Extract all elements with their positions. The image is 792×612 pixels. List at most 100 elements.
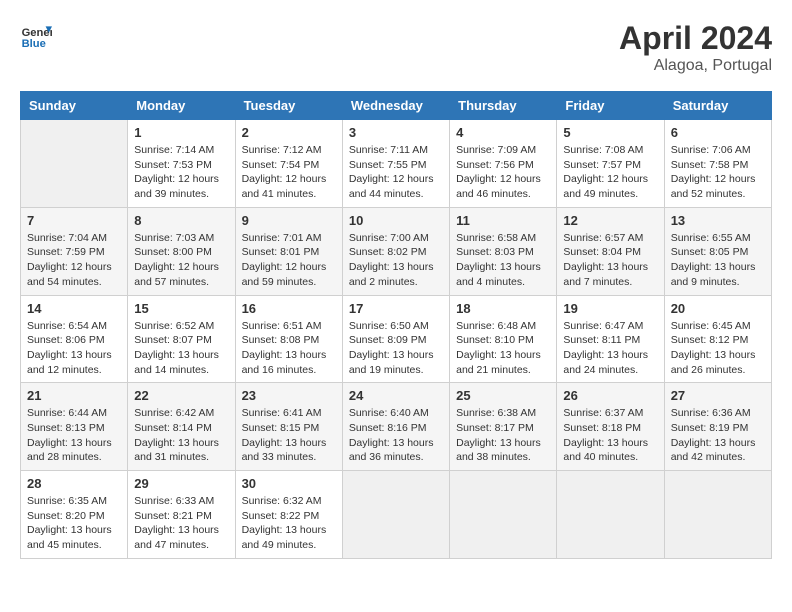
day-info: Sunrise: 6:41 AMSunset: 8:15 PMDaylight:… (242, 406, 336, 465)
day-number: 4 (456, 125, 550, 140)
calendar-cell (664, 471, 771, 559)
calendar-cell: 1 Sunrise: 7:14 AMSunset: 7:53 PMDaylight… (128, 120, 235, 208)
day-number: 6 (671, 125, 765, 140)
title-block: April 2024 Alagoa, Portugal (619, 20, 772, 75)
calendar-header: SundayMondayTuesdayWednesdayThursdayFrid… (21, 92, 772, 120)
day-info: Sunrise: 6:52 AMSunset: 8:07 PMDaylight:… (134, 319, 228, 378)
svg-text:Blue: Blue (22, 38, 46, 50)
day-info: Sunrise: 6:45 AMSunset: 8:12 PMDaylight:… (671, 319, 765, 378)
calendar-cell: 8 Sunrise: 7:03 AMSunset: 8:00 PMDaylight… (128, 207, 235, 295)
day-number: 12 (563, 213, 657, 228)
day-of-week-header: Saturday (664, 92, 771, 120)
calendar-location: Alagoa, Portugal (619, 57, 772, 75)
page-header: General Blue April 2024 Alagoa, Portugal (20, 20, 772, 75)
day-info: Sunrise: 7:14 AMSunset: 7:53 PMDaylight:… (134, 143, 228, 202)
day-number: 13 (671, 213, 765, 228)
day-number: 22 (134, 388, 228, 403)
day-of-week-header: Thursday (450, 92, 557, 120)
day-info: Sunrise: 6:32 AMSunset: 8:22 PMDaylight:… (242, 494, 336, 553)
day-number: 8 (134, 213, 228, 228)
calendar-cell: 30 Sunrise: 6:32 AMSunset: 8:22 PMDayligh… (235, 471, 342, 559)
calendar-cell: 6 Sunrise: 7:06 AMSunset: 7:58 PMDaylight… (664, 120, 771, 208)
calendar-cell (342, 471, 449, 559)
day-number: 9 (242, 213, 336, 228)
day-number: 5 (563, 125, 657, 140)
calendar-cell: 4 Sunrise: 7:09 AMSunset: 7:56 PMDaylight… (450, 120, 557, 208)
calendar-week-row: 28 Sunrise: 6:35 AMSunset: 8:20 PMDayligh… (21, 471, 772, 559)
calendar-cell (450, 471, 557, 559)
calendar-cell: 7Sunrise: 7:04 AMSunset: 7:59 PMDaylight… (21, 207, 128, 295)
day-info: Sunrise: 6:37 AMSunset: 8:18 PMDaylight:… (563, 406, 657, 465)
day-number: 16 (242, 301, 336, 316)
day-number: 24 (349, 388, 443, 403)
day-number: 3 (349, 125, 443, 140)
day-info: Sunrise: 6:40 AMSunset: 8:16 PMDaylight:… (349, 406, 443, 465)
calendar-week-row: 1 Sunrise: 7:14 AMSunset: 7:53 PMDaylight… (21, 120, 772, 208)
calendar-cell: 10Sunrise: 7:00 AMSunset: 8:02 PMDayligh… (342, 207, 449, 295)
calendar-cell: 23Sunrise: 6:41 AMSunset: 8:15 PMDayligh… (235, 383, 342, 471)
day-info: Sunrise: 7:11 AMSunset: 7:55 PMDaylight:… (349, 143, 443, 202)
day-info: Sunrise: 6:33 AMSunset: 8:21 PMDaylight:… (134, 494, 228, 553)
day-number: 29 (134, 476, 228, 491)
calendar-cell (21, 120, 128, 208)
calendar-cell: 29 Sunrise: 6:33 AMSunset: 8:21 PMDayligh… (128, 471, 235, 559)
logo: General Blue (20, 20, 52, 52)
day-info: Sunrise: 6:50 AMSunset: 8:09 PMDaylight:… (349, 319, 443, 378)
day-number: 11 (456, 213, 550, 228)
day-info: Sunrise: 7:06 AMSunset: 7:58 PMDaylight:… (671, 143, 765, 202)
calendar-cell: 9 Sunrise: 7:01 AMSunset: 8:01 PMDaylight… (235, 207, 342, 295)
day-number: 15 (134, 301, 228, 316)
calendar-title: April 2024 (619, 20, 772, 57)
calendar-cell: 11Sunrise: 6:58 AMSunset: 8:03 PMDayligh… (450, 207, 557, 295)
day-of-week-header: Friday (557, 92, 664, 120)
day-number: 27 (671, 388, 765, 403)
day-number: 1 (134, 125, 228, 140)
calendar-week-row: 14 Sunrise: 6:54 AMSunset: 8:06 PMDayligh… (21, 295, 772, 383)
calendar-cell: 22 Sunrise: 6:42 AMSunset: 8:14 PMDayligh… (128, 383, 235, 471)
day-of-week-header: Monday (128, 92, 235, 120)
calendar-table: SundayMondayTuesdayWednesdayThursdayFrid… (20, 91, 772, 559)
calendar-cell: 25 Sunrise: 6:38 AMSunset: 8:17 PMDayligh… (450, 383, 557, 471)
day-info: Sunrise: 7:09 AMSunset: 7:56 PMDaylight:… (456, 143, 550, 202)
logo-icon: General Blue (20, 20, 52, 52)
calendar-cell: 14 Sunrise: 6:54 AMSunset: 8:06 PMDayligh… (21, 295, 128, 383)
calendar-cell: 16 Sunrise: 6:51 AMSunset: 8:08 PMDayligh… (235, 295, 342, 383)
calendar-cell: 19 Sunrise: 6:47 AMSunset: 8:11 PMDayligh… (557, 295, 664, 383)
day-info: Sunrise: 6:38 AMSunset: 8:17 PMDaylight:… (456, 406, 550, 465)
calendar-cell: 2Sunrise: 7:12 AMSunset: 7:54 PMDaylight… (235, 120, 342, 208)
day-of-week-header: Wednesday (342, 92, 449, 120)
calendar-cell: 5 Sunrise: 7:08 AMSunset: 7:57 PMDaylight… (557, 120, 664, 208)
calendar-cell: 21Sunrise: 6:44 AMSunset: 8:13 PMDayligh… (21, 383, 128, 471)
calendar-week-row: 21Sunrise: 6:44 AMSunset: 8:13 PMDayligh… (21, 383, 772, 471)
day-info: Sunrise: 7:08 AMSunset: 7:57 PMDaylight:… (563, 143, 657, 202)
calendar-cell: 13Sunrise: 6:55 AMSunset: 8:05 PMDayligh… (664, 207, 771, 295)
day-number: 19 (563, 301, 657, 316)
day-number: 26 (563, 388, 657, 403)
calendar-cell: 27Sunrise: 6:36 AMSunset: 8:19 PMDayligh… (664, 383, 771, 471)
day-info: Sunrise: 7:04 AMSunset: 7:59 PMDaylight:… (27, 231, 121, 290)
calendar-week-row: 7Sunrise: 7:04 AMSunset: 7:59 PMDaylight… (21, 207, 772, 295)
day-number: 30 (242, 476, 336, 491)
day-of-week-header: Tuesday (235, 92, 342, 120)
day-info: Sunrise: 6:47 AMSunset: 8:11 PMDaylight:… (563, 319, 657, 378)
day-number: 21 (27, 388, 121, 403)
calendar-cell: 17Sunrise: 6:50 AMSunset: 8:09 PMDayligh… (342, 295, 449, 383)
day-number: 25 (456, 388, 550, 403)
day-info: Sunrise: 6:42 AMSunset: 8:14 PMDaylight:… (134, 406, 228, 465)
day-number: 28 (27, 476, 121, 491)
day-info: Sunrise: 6:54 AMSunset: 8:06 PMDaylight:… (27, 319, 121, 378)
calendar-cell: 18Sunrise: 6:48 AMSunset: 8:10 PMDayligh… (450, 295, 557, 383)
day-info: Sunrise: 7:01 AMSunset: 8:01 PMDaylight:… (242, 231, 336, 290)
calendar-cell (557, 471, 664, 559)
calendar-cell: 3 Sunrise: 7:11 AMSunset: 7:55 PMDaylight… (342, 120, 449, 208)
calendar-cell: 12Sunrise: 6:57 AMSunset: 8:04 PMDayligh… (557, 207, 664, 295)
day-number: 14 (27, 301, 121, 316)
day-info: Sunrise: 7:03 AMSunset: 8:00 PMDaylight:… (134, 231, 228, 290)
calendar-cell: 28 Sunrise: 6:35 AMSunset: 8:20 PMDayligh… (21, 471, 128, 559)
day-info: Sunrise: 6:51 AMSunset: 8:08 PMDaylight:… (242, 319, 336, 378)
calendar-cell: 26 Sunrise: 6:37 AMSunset: 8:18 PMDayligh… (557, 383, 664, 471)
calendar-cell: 15 Sunrise: 6:52 AMSunset: 8:07 PMDayligh… (128, 295, 235, 383)
calendar-cell: 20Sunrise: 6:45 AMSunset: 8:12 PMDayligh… (664, 295, 771, 383)
calendar-cell: 24 Sunrise: 6:40 AMSunset: 8:16 PMDayligh… (342, 383, 449, 471)
day-info: Sunrise: 6:35 AMSunset: 8:20 PMDaylight:… (27, 494, 121, 553)
